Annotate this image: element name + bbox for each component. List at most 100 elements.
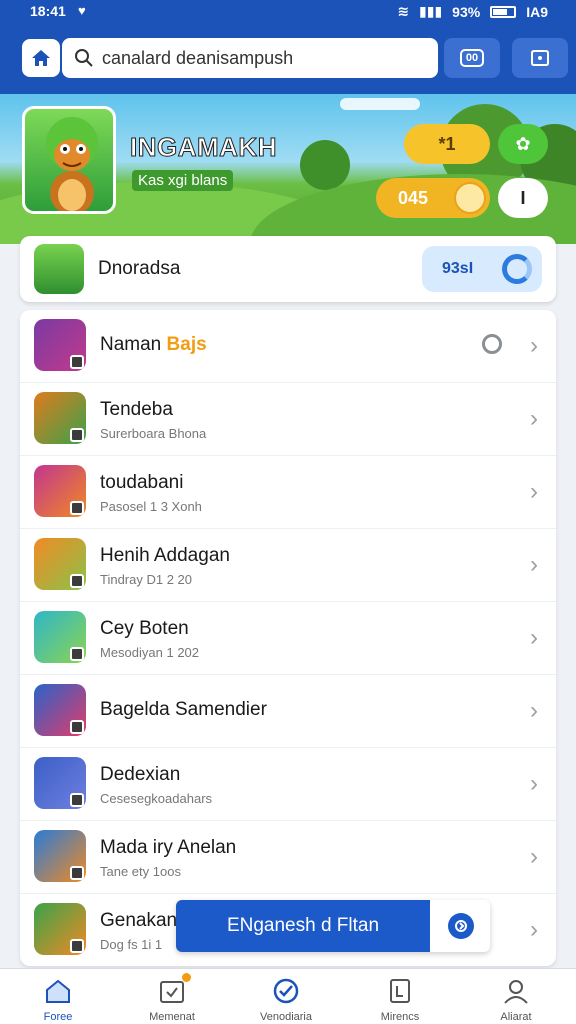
home-button[interactable]: [22, 39, 60, 77]
chevron-right-icon: ›: [530, 697, 538, 724]
chevron-right-icon: ›: [530, 624, 538, 651]
game-list: Naman Bajs › Tendeba Surerboara Bhona › …: [20, 310, 556, 966]
profile-avatar[interactable]: [22, 106, 116, 214]
chevron-right-icon: ›: [530, 843, 538, 870]
list-item[interactable]: Cey Boten Mesodiyan 1 202 ›: [20, 602, 556, 675]
list-item[interactable]: Naman Bajs ›: [20, 310, 556, 383]
featured-card[interactable]: Dnoradsa 93sI: [20, 236, 556, 302]
game-icon: [34, 757, 86, 809]
battery-percent: 93%: [452, 3, 481, 20]
nav-aliarat[interactable]: Aliarat: [468, 969, 564, 1024]
list-item-title: Genakan: [100, 910, 178, 931]
coin-icon: [454, 182, 486, 214]
chevron-right-icon: ›: [530, 332, 538, 359]
badge-icon: [70, 647, 84, 661]
game-icon: [34, 465, 86, 517]
badge-icon: [70, 720, 84, 734]
game-icon: [34, 392, 86, 444]
game-icon: [34, 830, 86, 882]
nav-memenat[interactable]: Memenat: [124, 969, 220, 1024]
messages-button[interactable]: 00: [444, 38, 500, 78]
list-item-title: Tendeba: [100, 399, 173, 420]
list-item-title: Mada iry Anelan: [100, 837, 237, 858]
promo-banner[interactable]: ENganesh d Fltan: [176, 900, 490, 952]
info-label: I: [520, 187, 526, 208]
hero-subtitle: Kas xgi blans: [132, 170, 234, 191]
badge-icon: [70, 793, 84, 807]
featured-badge-label: 93sI: [442, 260, 474, 277]
profile-icon: [504, 980, 528, 1004]
list-item-subtitle: Pasosel 1 3 Xonh: [100, 499, 202, 514]
list-item[interactable]: Dedexian Cesesegkoadahars ›: [20, 748, 556, 821]
badge-icon: [70, 428, 84, 442]
status-bar: 18:41 ♥ ≋ ▮▮▮ 93% IA9: [0, 0, 576, 24]
search-input[interactable]: [102, 47, 422, 69]
nav-mirencs-label: Mirencs: [380, 1011, 420, 1023]
status-label: IA9: [526, 3, 548, 20]
notifications-button[interactable]: [512, 38, 568, 78]
list-item[interactable]: Bagelda Samendier ›: [20, 675, 556, 748]
battery-icon: [490, 5, 517, 18]
nav-memenat-label: Memenat: [149, 1011, 195, 1023]
game-icon: [34, 903, 86, 955]
featured-badge[interactable]: 93sI: [422, 246, 542, 292]
search-bar[interactable]: [62, 38, 438, 78]
stars-counter[interactable]: *1: [404, 124, 490, 164]
list-item-title: toudabani: [100, 472, 184, 493]
nav-home-label: Foree: [43, 1011, 73, 1023]
list-item-title: Henih Addagan: [100, 545, 230, 566]
book-icon: [390, 979, 410, 1003]
game-icon: [34, 319, 86, 371]
promo-banner-label: ENganesh d Fltan: [176, 900, 430, 952]
list-item-title: Cey Boten: [100, 618, 189, 639]
notification-dot: [182, 973, 191, 982]
tree: [300, 140, 350, 190]
promo-go-button[interactable]: [448, 913, 474, 939]
coins-value: 045: [398, 187, 429, 208]
list-item-subtitle: Tindray D1 2 20: [100, 572, 193, 587]
list-item-subtitle: Dog fs 1i 1: [100, 937, 163, 952]
list-item[interactable]: toudabani Pasosel 1 3 Xonh ›: [20, 456, 556, 529]
chevron-right-icon: ›: [530, 478, 538, 505]
search-icon: [75, 49, 93, 67]
chevron-right-icon: ›: [530, 770, 538, 797]
nav-home[interactable]: Foree: [10, 969, 106, 1024]
list-item-title: Naman Bajs: [100, 334, 207, 355]
home-icon: [46, 979, 70, 1003]
notification-icon: [531, 50, 549, 66]
list-item-subtitle: Tane ety 1oos: [100, 864, 181, 879]
info-button[interactable]: I: [498, 178, 548, 218]
badge-icon: [70, 574, 84, 588]
puzzle-icon: [160, 981, 184, 1003]
status-icons: ≋ ▮▮▮ 93% IA9: [397, 3, 548, 20]
list-item-subtitle: Mesodiyan 1 202: [100, 645, 200, 660]
nav-mirencs[interactable]: Mirencs: [352, 969, 448, 1024]
nav-venodiaria[interactable]: Venodiaria: [238, 969, 334, 1024]
list-item[interactable]: Tendeba Surerboara Bhona ›: [20, 383, 556, 456]
nav-aliarat-label: Aliarat: [500, 1011, 532, 1023]
list-item[interactable]: Mada iry Anelan Tane ety 1oos ›: [20, 821, 556, 894]
signal-icon: ▮▮▮: [419, 3, 443, 19]
game-icon: [34, 684, 86, 736]
badge-icon: [70, 866, 84, 880]
chevron-right-icon: ›: [530, 916, 538, 943]
hero-banner: INGAMAKH Kas xgi blans *1 ✿ 045 I: [0, 94, 576, 244]
settings-button[interactable]: ✿: [498, 124, 548, 164]
badge-icon: [70, 355, 84, 369]
featured-name: Dnoradsa: [98, 258, 181, 279]
wifi-icon: ≋: [397, 3, 410, 19]
list-item-title: Dedexian: [100, 764, 181, 785]
coins-counter[interactable]: 045: [376, 178, 490, 218]
home-icon: [32, 50, 50, 66]
list-item[interactable]: Henih Addagan Tindray D1 2 20 ›: [20, 529, 556, 602]
chevron-right-icon: ›: [530, 405, 538, 432]
bottom-nav: Foree Memenat Venodiaria Mirencs Aliarat: [0, 968, 576, 1024]
shield-icon: ♥: [78, 3, 86, 18]
list-item-subtitle: Cesesegkoadahars: [100, 791, 213, 806]
badge-icon: [70, 501, 84, 515]
hot-label: Bajs: [166, 334, 207, 355]
arrow-right-icon: [455, 920, 467, 932]
gear-icon: ✿: [515, 133, 531, 154]
status-time: 18:41: [30, 3, 66, 19]
badge-icon: [70, 939, 84, 953]
